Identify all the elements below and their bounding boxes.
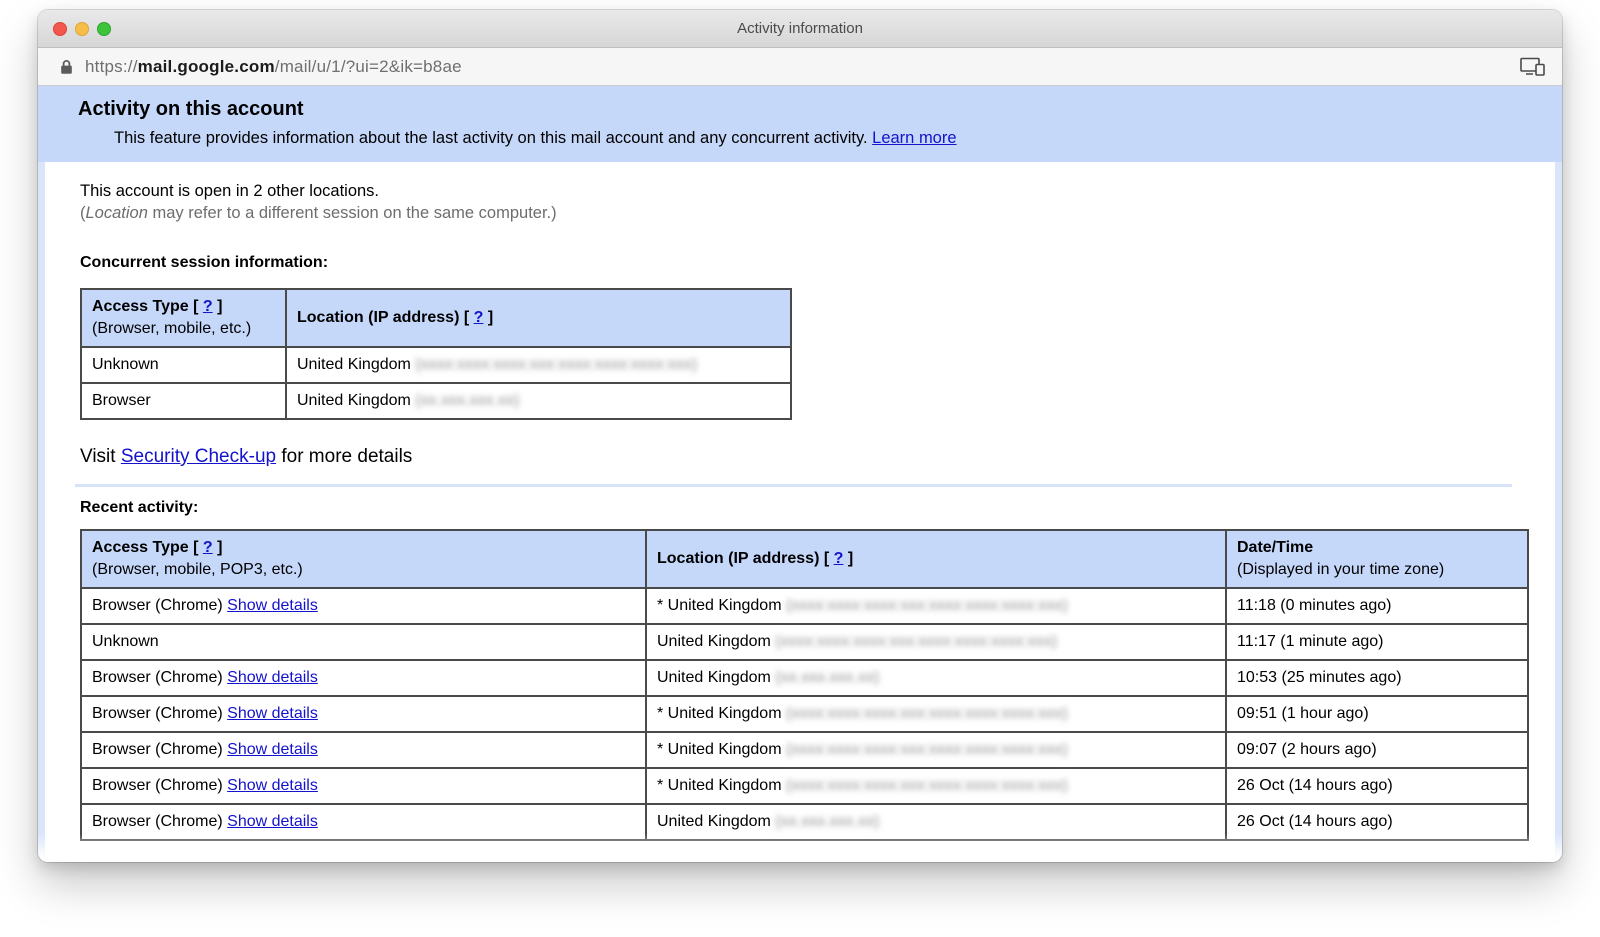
- access-type-cell: Browser (Chrome) Show details: [81, 804, 646, 840]
- redacted-ip: (xxxx:xxxx:xxxx:xxx:xxxx:xxxx:xxxx:xxx): [786, 597, 1068, 614]
- table-row: Browser (Chrome) Show details * United K…: [81, 696, 1528, 732]
- redacted-ip: (xx.xxx.xxx.xx): [775, 813, 879, 830]
- page-title: Activity on this account: [78, 98, 1542, 121]
- table-row: Browser (Chrome) Show details United Kin…: [81, 804, 1528, 840]
- address-bar[interactable]: https://mail.google.com/mail/u/1/?ui=2&i…: [38, 48, 1562, 86]
- window-titlebar: Activity information: [38, 10, 1562, 48]
- concurrent-sessions-table: Access Type [ ? ](Browser, mobile, etc.)…: [80, 288, 792, 420]
- devices-icon[interactable]: [1520, 57, 1546, 76]
- section-divider: [75, 484, 1512, 487]
- lock-icon: [60, 59, 73, 75]
- access-type-help-link[interactable]: ?: [203, 539, 213, 556]
- datetime-cell: 09:07 (2 hours ago): [1226, 732, 1528, 768]
- url-path: /mail/u/1/?ui=2&ik=b8ae: [275, 57, 462, 76]
- location-cell: United Kingdom (xxxx:xxxx:xxxx:xxx:xxxx:…: [286, 347, 791, 383]
- security-checkup-line: Visit Security Check-up for more details: [80, 444, 1555, 470]
- concurrent-sessions-heading: Concurrent session information:: [80, 254, 1555, 272]
- url-scheme: https://: [85, 57, 138, 76]
- access-type-cell: Browser (Chrome) Show details: [81, 660, 646, 696]
- window-title: Activity information: [737, 20, 863, 37]
- table-row: Browser (Chrome) Show details * United K…: [81, 732, 1528, 768]
- redacted-ip: (xxxx:xxxx:xxxx:xxx:xxxx:xxxx:xxxx:xxx): [786, 741, 1068, 758]
- redacted-ip: (xxxx:xxxx:xxxx:xxx:xxxx:xxxx:xxxx:xxx): [775, 633, 1057, 650]
- access-type-cell: Browser (Chrome) Show details: [81, 768, 646, 804]
- redacted-ip: (xxxx:xxxx:xxxx:xxx:xxxx:xxxx:xxxx:xxx): [786, 705, 1068, 722]
- recent-activity-table: Access Type [ ? ](Browser, mobile, POP3,…: [80, 529, 1529, 841]
- open-locations-line: This account is open in 2 other location…: [80, 180, 1555, 202]
- access-type-cell: Unknown: [81, 624, 646, 660]
- location-header: Location (IP address) [ ? ]: [646, 530, 1226, 588]
- access-type-header: Access Type [ ? ](Browser, mobile, etc.): [81, 289, 286, 347]
- location-cell: United Kingdom (xx.xxx.xxx.xx): [286, 383, 791, 419]
- page-description: This feature provides information about …: [114, 129, 1542, 148]
- table-header-row: Access Type [ ? ](Browser, mobile, POP3,…: [81, 530, 1528, 588]
- redacted-ip: (xxxx:xxxx:xxxx:xxx:xxxx:xxxx:xxxx:xxx): [415, 356, 697, 373]
- location-cell: * United Kingdom (xxxx:xxxx:xxxx:xxx:xxx…: [646, 696, 1226, 732]
- show-details-link[interactable]: Show details: [227, 813, 318, 830]
- table-row: Browser (Chrome) Show details United Kin…: [81, 660, 1528, 696]
- minimize-button[interactable]: [75, 22, 89, 36]
- page-header-banner: Activity on this account This feature pr…: [38, 86, 1562, 162]
- traffic-lights: [53, 10, 111, 47]
- access-type-cell: Browser (Chrome) Show details: [81, 732, 646, 768]
- datetime-header: Date/Time(Displayed in your time zone): [1226, 530, 1528, 588]
- recent-activity-heading: Recent activity:: [80, 499, 1555, 517]
- access-type-header: Access Type [ ? ](Browser, mobile, POP3,…: [81, 530, 646, 588]
- redacted-ip: (xx.xxx.xxx.xx): [775, 669, 879, 686]
- url-host: mail.google.com: [138, 57, 275, 76]
- show-details-link[interactable]: Show details: [227, 777, 318, 794]
- location-cell: * United Kingdom (xxxx:xxxx:xxxx:xxx:xxx…: [646, 768, 1226, 804]
- show-details-link[interactable]: Show details: [227, 705, 318, 722]
- location-header: Location (IP address) [ ? ]: [286, 289, 791, 347]
- access-type-cell: Browser (Chrome) Show details: [81, 588, 646, 624]
- redacted-ip: (xxxx:xxxx:xxxx:xxx:xxxx:xxxx:xxxx:xxx): [786, 777, 1068, 794]
- location-cell: * United Kingdom (xxxx:xxxx:xxxx:xxx:xxx…: [646, 732, 1226, 768]
- access-type-cell: Unknown: [81, 347, 286, 383]
- activity-page: Activity on this account This feature pr…: [38, 86, 1562, 861]
- table-row: Unknown United Kingdom (xxxx:xxxx:xxxx:x…: [81, 624, 1528, 660]
- access-type-cell: Browser (Chrome) Show details: [81, 696, 646, 732]
- location-note: (Location may refer to a different sessi…: [80, 202, 1555, 224]
- access-type-cell: Browser: [81, 383, 286, 419]
- url-text: https://mail.google.com/mail/u/1/?ui=2&i…: [85, 57, 462, 77]
- close-button[interactable]: [53, 22, 67, 36]
- zoom-button[interactable]: [97, 22, 111, 36]
- redacted-ip: (xx.xxx.xxx.xx): [415, 392, 519, 409]
- datetime-cell: 11:17 (1 minute ago): [1226, 624, 1528, 660]
- datetime-cell: 26 Oct (14 hours ago): [1226, 768, 1528, 804]
- datetime-cell: 11:18 (0 minutes ago): [1226, 588, 1528, 624]
- show-details-link[interactable]: Show details: [227, 597, 318, 614]
- show-details-link[interactable]: Show details: [227, 669, 318, 686]
- content-area: This account is open in 2 other location…: [38, 162, 1562, 862]
- activity-information-window: Activity information https://mail.google…: [38, 10, 1562, 862]
- location-cell: * United Kingdom (xxxx:xxxx:xxxx:xxx:xxx…: [646, 588, 1226, 624]
- location-cell: United Kingdom (xxxx:xxxx:xxxx:xxx:xxxx:…: [646, 624, 1226, 660]
- location-help-link[interactable]: ?: [834, 550, 844, 567]
- location-cell: United Kingdom (xx.xxx.xxx.xx): [646, 660, 1226, 696]
- location-help-link[interactable]: ?: [474, 309, 484, 326]
- datetime-cell: 10:53 (25 minutes ago): [1226, 660, 1528, 696]
- learn-more-link[interactable]: Learn more: [872, 129, 956, 147]
- access-type-help-link[interactable]: ?: [203, 298, 213, 315]
- table-row: Browser (Chrome) Show details * United K…: [81, 588, 1528, 624]
- table-row: Browser United Kingdom (xx.xxx.xxx.xx): [81, 383, 791, 419]
- security-checkup-link[interactable]: Security Check-up: [121, 446, 276, 467]
- show-details-link[interactable]: Show details: [227, 741, 318, 758]
- table-row: Unknown United Kingdom (xxxx:xxxx:xxxx:x…: [81, 347, 791, 383]
- datetime-cell: 26 Oct (14 hours ago): [1226, 804, 1528, 840]
- location-cell: United Kingdom (xx.xxx.xxx.xx): [646, 804, 1226, 840]
- table-row: Browser (Chrome) Show details * United K…: [81, 768, 1528, 804]
- datetime-cell: 09:51 (1 hour ago): [1226, 696, 1528, 732]
- table-header-row: Access Type [ ? ](Browser, mobile, etc.)…: [81, 289, 791, 347]
